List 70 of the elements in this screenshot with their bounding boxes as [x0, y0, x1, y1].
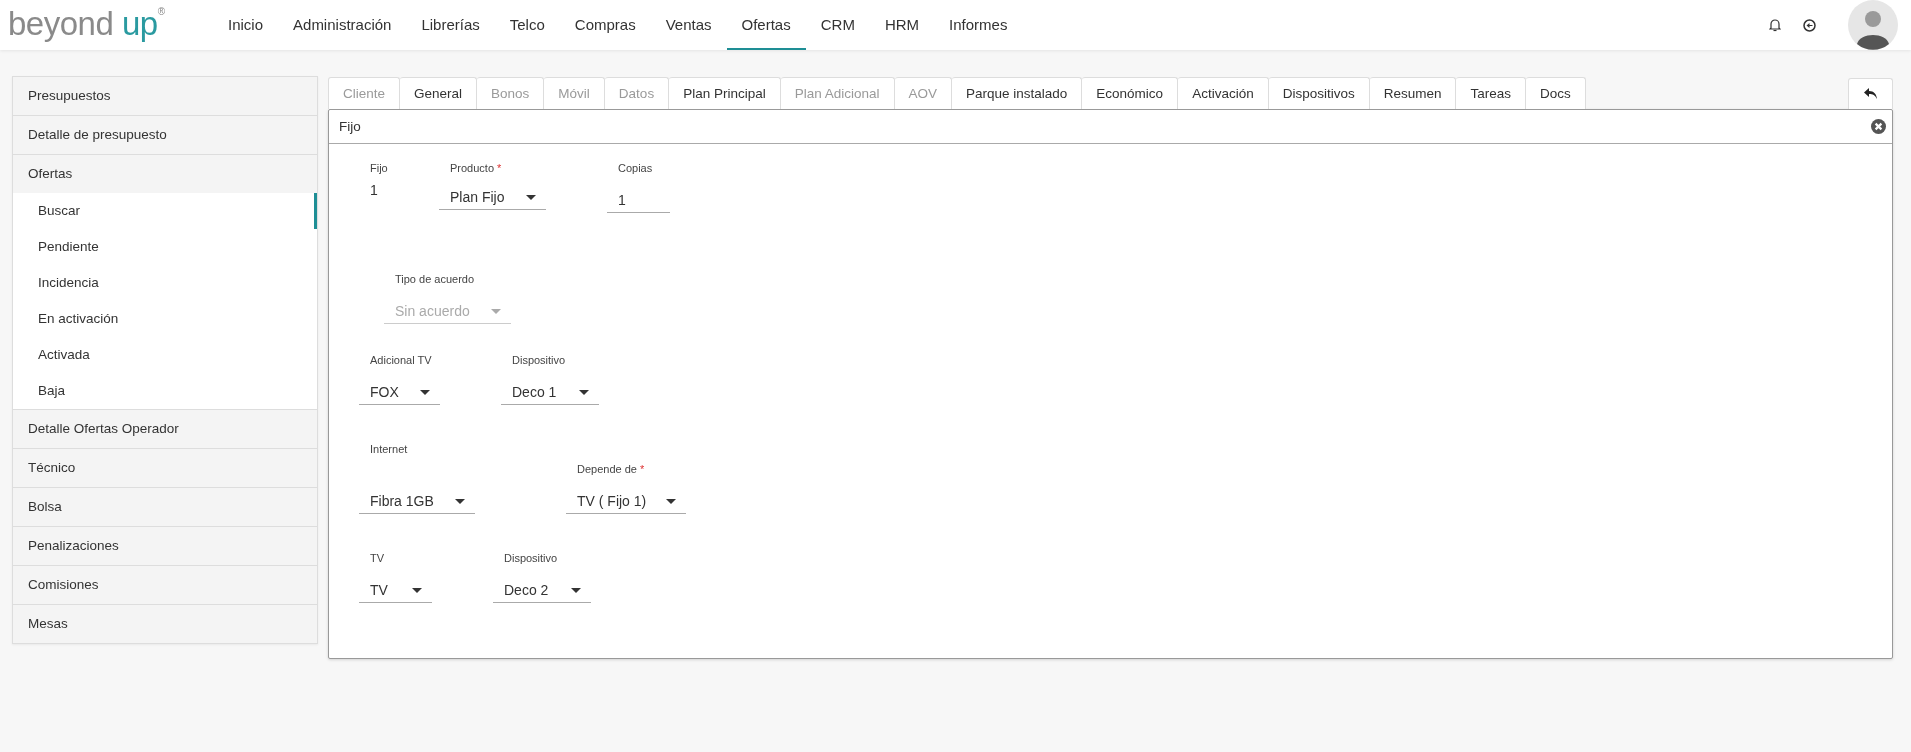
field-label: TV	[369, 552, 386, 564]
sidebar-subitem[interactable]: Pendiente	[13, 229, 317, 265]
reply-arrow-icon	[1863, 88, 1878, 100]
required-asterisk: *	[640, 463, 645, 475]
input-field[interactable]: 1	[607, 188, 670, 213]
tab[interactable]: Económico	[1082, 77, 1179, 109]
field-label: Copias	[617, 162, 654, 174]
select-field[interactable]: TV ( Fijo 1)	[566, 489, 686, 514]
caret-icon	[420, 389, 430, 395]
select-field[interactable]: Fibra 1GB	[359, 489, 475, 514]
select-field[interactable]: TV	[359, 578, 432, 603]
field-label: Internet	[369, 443, 409, 455]
nav-item[interactable]: Ofertas	[726, 0, 806, 50]
required-asterisk: *	[497, 162, 502, 174]
logo: beyond up$^{®}$	[7, 6, 166, 40]
nav-item[interactable]: Telco	[494, 0, 560, 50]
sidebar-item[interactable]: Presupuestos	[13, 77, 317, 115]
sidebar-item[interactable]: Detalle Ofertas Operador	[13, 409, 317, 448]
nav-item[interactable]: Librerías	[406, 0, 495, 50]
select-field[interactable]: Deco 1	[501, 380, 599, 405]
sidebar-item[interactable]: Bolsa	[13, 487, 317, 526]
caret-icon	[412, 587, 422, 593]
bell-icon[interactable]	[1769, 18, 1781, 32]
tab[interactable]: Dispositivos	[1268, 77, 1370, 109]
caret-icon	[455, 498, 465, 504]
tab[interactable]: Resumen	[1369, 77, 1457, 109]
caret-icon	[526, 194, 536, 200]
nav-item[interactable]: Administración	[278, 0, 407, 50]
select-field[interactable]: Deco 2	[493, 578, 591, 603]
field-value: 1	[369, 182, 379, 200]
tab[interactable]: Tareas	[1456, 77, 1526, 109]
sidebar-item[interactable]: Técnico	[13, 448, 317, 487]
field-label: Dispositivo	[511, 354, 567, 366]
tab[interactable]: General	[400, 77, 478, 109]
select-field[interactable]: FOX	[359, 380, 440, 405]
sidebar-item[interactable]: Penalizaciones	[13, 526, 317, 565]
field-label: Dispositivo	[503, 552, 559, 564]
select-field[interactable]: Plan Fijo	[439, 185, 546, 210]
nav-item[interactable]: Compras	[559, 0, 651, 50]
field-label: Adicional TV	[369, 354, 433, 366]
field-label: Fijo	[369, 162, 389, 174]
caret-icon	[491, 308, 501, 314]
sidebar-item[interactable]: Comisiones	[13, 565, 317, 604]
panel-title: Fijo	[339, 119, 361, 134]
close-icon[interactable]	[1871, 119, 1886, 134]
tab[interactable]: Activación	[1178, 77, 1269, 109]
back-button[interactable]	[1848, 78, 1893, 109]
field-label: Tipo de acuerdo	[394, 273, 476, 285]
field-label: Producto	[450, 162, 495, 174]
tab[interactable]: Plan Principal	[669, 77, 781, 109]
sidebar-subitem[interactable]: En activación	[13, 301, 317, 337]
avatar[interactable]	[1848, 0, 1898, 50]
nav-item[interactable]: HRM	[869, 0, 935, 50]
nav-item[interactable]: Ventas	[650, 0, 727, 50]
tab[interactable]: Docs	[1526, 77, 1586, 109]
nav-item[interactable]: CRM	[805, 0, 870, 50]
sidebar-subitem[interactable]: Baja	[13, 373, 317, 409]
nav-item[interactable]: Informes	[934, 0, 1023, 50]
caret-icon	[666, 498, 676, 504]
sidebar-item[interactable]: Mesas	[13, 604, 317, 643]
nav-item[interactable]: Inicio	[213, 0, 279, 50]
sidebar-subitem[interactable]: Incidencia	[13, 265, 317, 301]
select-field: Sin acuerdo	[384, 299, 511, 324]
caret-icon	[579, 389, 589, 395]
sidebar-subitem[interactable]: Activada	[13, 337, 317, 373]
sidebar-item[interactable]: Detalle de presupuesto	[13, 115, 317, 154]
caret-icon	[571, 587, 581, 593]
field-label: Depende de	[577, 463, 637, 475]
tab[interactable]: Parque instalado	[952, 77, 1083, 109]
sidebar-subitem[interactable]: Buscar	[13, 193, 317, 229]
